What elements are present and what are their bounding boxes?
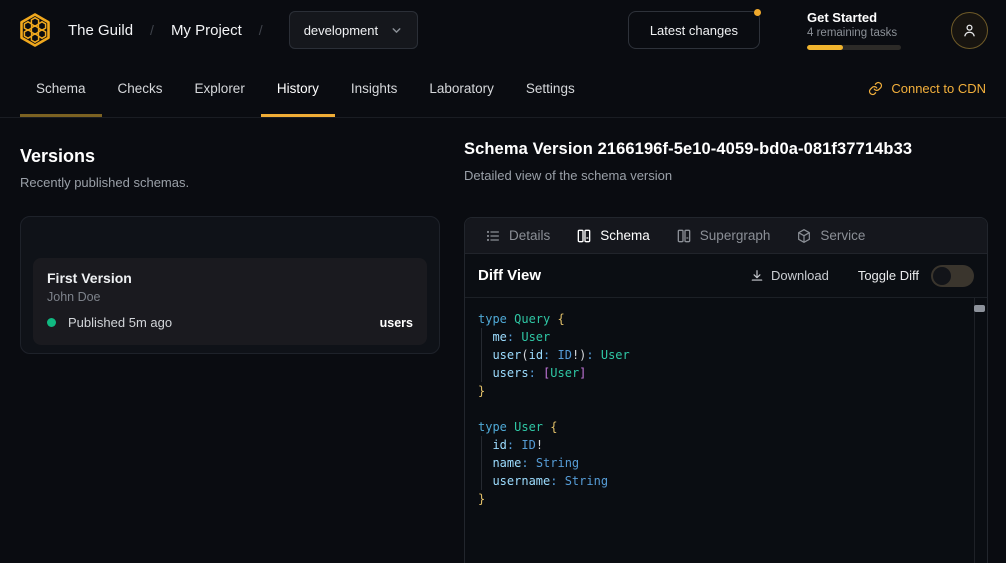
breadcrumb-org[interactable]: The Guild xyxy=(68,22,133,39)
tab-details-label: Details xyxy=(509,228,550,243)
target-selector-dropdown[interactable]: development xyxy=(289,11,418,49)
tab-laboratory[interactable]: Laboratory xyxy=(413,60,510,117)
columns-icon xyxy=(576,228,592,244)
latest-changes-button[interactable]: Latest changes xyxy=(628,11,760,49)
tab-settings[interactable]: Settings xyxy=(510,60,591,117)
published-status-dot xyxy=(47,318,56,327)
tab-service-label: Service xyxy=(820,228,865,243)
toggle-diff-label: Toggle Diff xyxy=(858,268,919,283)
hive-logo-icon[interactable] xyxy=(16,11,54,49)
versions-card: First Version John Doe Published 5m ago … xyxy=(20,216,440,354)
link-icon xyxy=(868,81,883,96)
list-icon xyxy=(485,228,501,244)
main-nav: Schema Checks Explorer History Insights … xyxy=(0,60,1006,118)
connect-to-cdn-label: Connect to CDN xyxy=(891,81,986,96)
tab-service[interactable]: Service xyxy=(783,218,878,253)
breadcrumb-separator: / xyxy=(259,22,263,38)
person-icon xyxy=(961,22,978,39)
tab-schema-view[interactable]: Schema xyxy=(563,218,663,253)
get-started-subtitle: 4 remaining tasks xyxy=(807,27,901,39)
page-title: Schema Version 2166196f-5e10-4059-bd0a-0… xyxy=(464,140,988,159)
version-status: Published 5m ago xyxy=(68,315,172,330)
download-button[interactable]: Download xyxy=(750,268,829,283)
target-selector-value: development xyxy=(304,23,378,38)
get-started-progressbar xyxy=(807,45,901,50)
service-badge: users xyxy=(380,316,413,330)
versions-title: Versions xyxy=(20,146,440,167)
schema-code-viewer[interactable]: type Query { me: User user(id: ID!): Use… xyxy=(465,298,987,563)
download-icon xyxy=(750,269,764,283)
tab-details[interactable]: Details xyxy=(472,218,563,253)
switch-knob xyxy=(933,267,951,285)
diff-view-title: Diff View xyxy=(478,267,541,284)
page-subtitle: Detailed view of the schema version xyxy=(464,168,988,183)
detail-tabbar: Details Schema Supergraph Service xyxy=(465,218,987,254)
columns-icon xyxy=(676,228,692,244)
get-started-widget[interactable]: Get Started 4 remaining tasks xyxy=(807,10,901,50)
tab-history[interactable]: History xyxy=(261,60,335,117)
versions-panel: Versions Recently published schemas. Fir… xyxy=(20,146,440,354)
versions-subtitle: Recently published schemas. xyxy=(20,175,440,190)
download-label: Download xyxy=(771,268,829,283)
connect-to-cdn-link[interactable]: Connect to CDN xyxy=(868,81,986,96)
tab-explorer[interactable]: Explorer xyxy=(179,60,261,117)
tab-schema-view-label: Schema xyxy=(600,228,650,243)
tab-supergraph-label: Supergraph xyxy=(700,228,771,243)
tab-supergraph[interactable]: Supergraph xyxy=(663,218,784,253)
version-author: John Doe xyxy=(47,290,413,304)
get-started-title: Get Started xyxy=(807,10,901,25)
code-content: type Query { me: User user(id: ID!): Use… xyxy=(478,310,963,508)
user-avatar[interactable] xyxy=(951,12,988,49)
tab-insights[interactable]: Insights xyxy=(335,60,414,117)
toggle-diff-switch[interactable] xyxy=(931,265,974,287)
version-name: First Version xyxy=(47,270,413,286)
version-detail-card: Details Schema Supergraph Service Diff V… xyxy=(464,217,988,563)
tab-schema[interactable]: Schema xyxy=(20,60,102,117)
latest-changes-label: Latest changes xyxy=(650,23,738,38)
version-detail-header: Schema Version 2166196f-5e10-4059-bd0a-0… xyxy=(464,140,988,183)
indent-guide xyxy=(481,328,482,382)
version-list-item[interactable]: First Version John Doe Published 5m ago … xyxy=(33,258,427,345)
tab-checks[interactable]: Checks xyxy=(102,60,179,117)
get-started-progress-fill xyxy=(807,45,843,50)
scrollbar-track xyxy=(974,298,975,563)
breadcrumb-separator: / xyxy=(150,22,154,38)
notification-dot xyxy=(754,9,761,16)
indent-guide xyxy=(481,436,482,490)
box-icon xyxy=(796,228,812,244)
breadcrumb-project[interactable]: My Project xyxy=(171,22,242,39)
scrollbar-thumb[interactable] xyxy=(974,305,985,312)
app-header: The Guild / My Project / development Lat… xyxy=(0,0,1006,60)
diff-toolbar: Diff View Download Toggle Diff xyxy=(465,254,987,298)
chevron-down-icon xyxy=(390,24,403,37)
